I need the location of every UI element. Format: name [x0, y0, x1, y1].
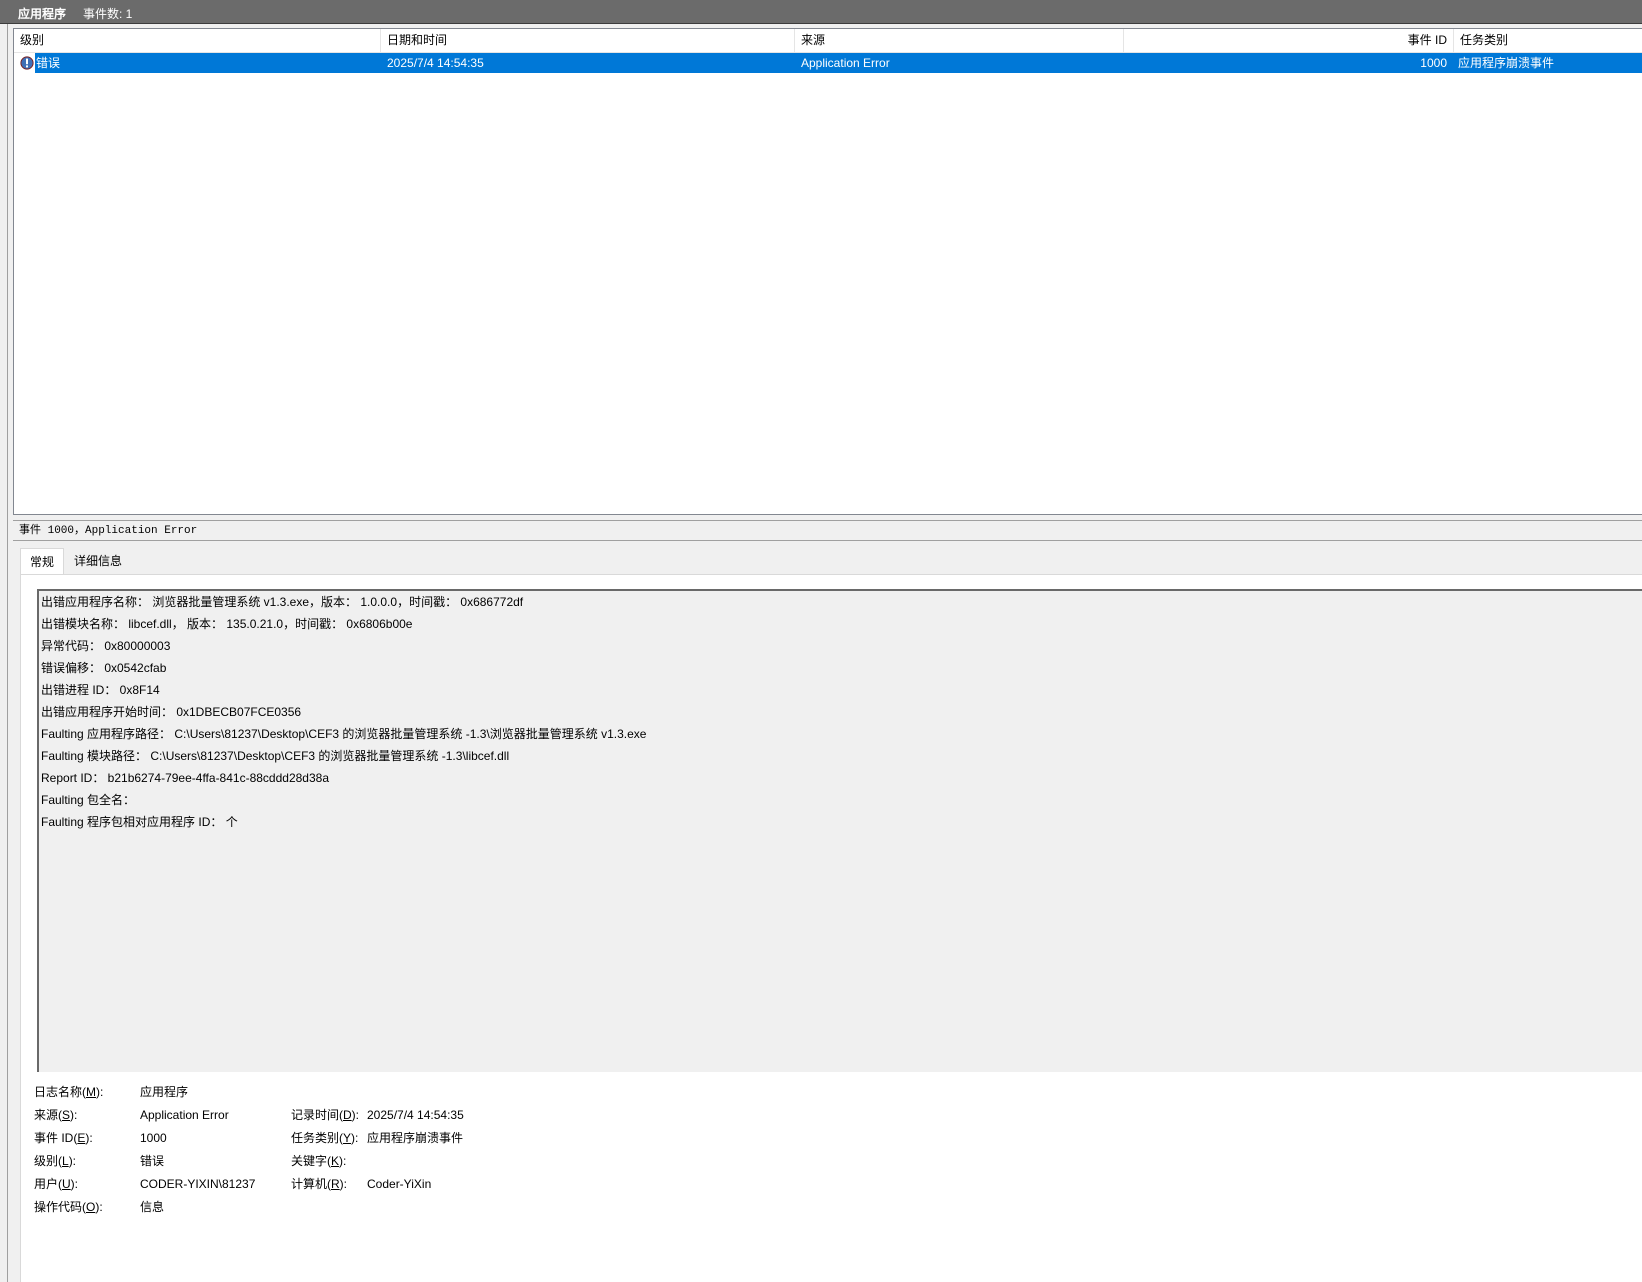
user-value: CODER-YIXIN\81237 — [140, 1177, 256, 1191]
level-field-label: 级别(L): — [34, 1154, 77, 1168]
logged-time-value: 2025/7/4 14:54:35 — [367, 1108, 464, 1122]
tab-general[interactable]: 常规 — [20, 548, 65, 574]
event-task-category: 应用程序崩溃事件 — [1458, 56, 1555, 70]
description-line: 出错应用程序名称： 浏览器批量管理系统 v1.3.exe，版本： 1.0.0.0… — [41, 595, 524, 609]
description-line: 错误偏移： 0x0542cfab — [41, 661, 167, 675]
event-id: 1000 — [1420, 56, 1447, 70]
logged-time-field-label: 记录时间(D): — [291, 1108, 360, 1122]
opcode-field-label: 操作代码(O): — [34, 1200, 103, 1214]
event-description-box[interactable]: 出错应用程序名称： 浏览器批量管理系统 v1.3.exe，版本： 1.0.0.0… — [37, 589, 1642, 1072]
log-name-label: 应用程序 — [18, 7, 67, 21]
source-value: Application Error — [140, 1108, 229, 1122]
event-id-value: 1000 — [140, 1131, 167, 1145]
event-source: Application Error — [801, 56, 890, 70]
description-line: 出错模块名称： libcef.dll， 版本： 135.0.21.0，时间戳： … — [41, 617, 413, 631]
source-field-label: 来源(S): — [34, 1108, 78, 1122]
user-field-label: 用户(U): — [34, 1177, 79, 1191]
event-detail-title: 事件 1000，Application Error — [13, 520, 1642, 541]
task-category-field-label: 任务类别(Y): — [291, 1131, 359, 1145]
description-line: Faulting 程序包相对应用程序 ID： 个 — [41, 815, 238, 829]
event-level: 错误 — [36, 56, 61, 70]
error-icon — [19, 55, 35, 71]
log-title-bar: 应用程序 事件数: 1 — [0, 0, 1642, 24]
log-name-value: 应用程序 — [140, 1085, 189, 1099]
task-category-value: 应用程序崩溃事件 — [367, 1131, 464, 1145]
event-count-label: 事件数: 1 — [83, 7, 133, 21]
log-name-field-label: 日志名称(M): — [34, 1085, 104, 1099]
left-border — [0, 24, 8, 1282]
description-line: Report ID： b21b6274-79ee-4ffa-841c-88cdd… — [41, 771, 329, 785]
description-line: 出错应用程序开始时间： 0x1DBECB07FCE0356 — [41, 705, 302, 719]
column-header-task-category[interactable]: 任务类别 — [1454, 29, 1642, 52]
column-header-source[interactable]: 来源 — [795, 29, 1124, 52]
tab-details[interactable]: 详细信息 — [65, 548, 131, 574]
column-header-datetime[interactable]: 日期和时间 — [381, 29, 795, 52]
event-list[interactable]: 级别 日期和时间 来源 事件 ID 任务类别 错误 2025/7/4 14:54… — [13, 28, 1642, 515]
description-line: Faulting 模块路径： C:\Users\81237\Desktop\CE… — [41, 749, 510, 763]
description-line: Faulting 包全名： — [41, 793, 136, 807]
column-header-level[interactable]: 级别 — [14, 29, 381, 52]
keywords-field-label: 关键字(K): — [291, 1154, 347, 1168]
column-header-event-id[interactable]: 事件 ID — [1124, 29, 1454, 52]
computer-field-label: 计算机(R): — [291, 1177, 348, 1191]
event-list-header: 级别 日期和时间 来源 事件 ID 任务类别 — [14, 29, 1642, 53]
opcode-value: 信息 — [140, 1200, 165, 1214]
event-row[interactable]: 错误 2025/7/4 14:54:35 Application Error 1… — [14, 53, 1642, 73]
event-id-field-label: 事件 ID(E): — [34, 1131, 93, 1145]
description-line: Faulting 应用程序路径： C:\Users\81237\Desktop\… — [41, 727, 647, 741]
event-datetime: 2025/7/4 14:54:35 — [387, 56, 484, 70]
description-line: 出错进程 ID： 0x8F14 — [41, 683, 160, 697]
description-line: 异常代码： 0x80000003 — [41, 639, 171, 653]
level-value: 错误 — [140, 1154, 165, 1168]
computer-value: Coder-YiXin — [367, 1177, 432, 1191]
